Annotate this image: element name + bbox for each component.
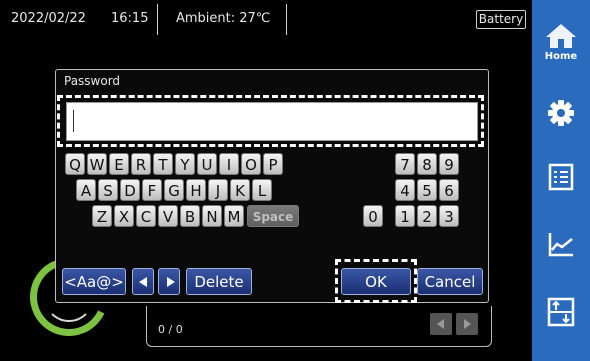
status-bar: 2022/02/22 16:15 Ambient: 27℃ Battery [0,0,532,38]
checklist-icon [548,163,574,191]
left-arrow-icon [437,319,444,329]
date-text: 2022/02/22 [11,11,86,26]
divider [157,4,158,35]
input-mode-button[interactable]: <Aa@> [62,268,126,295]
key-8[interactable]: 8 [417,153,437,175]
key-i[interactable]: I [219,153,239,175]
key-9[interactable]: 9 [439,153,459,175]
ok-button[interactable]: OK [341,268,411,295]
page-prev-button[interactable] [430,313,452,335]
key-e[interactable]: E [109,153,129,175]
transfer-icon [547,297,575,327]
key-t[interactable]: T [153,153,173,175]
screen: 2022/02/22 16:15 Ambient: 27℃ Battery Ho… [0,0,590,361]
key-d[interactable]: D [120,179,140,201]
key-y[interactable]: Y [175,153,195,175]
nav-home-label: Home [544,51,578,62]
key-v[interactable]: V [158,205,178,227]
key-a[interactable]: A [76,179,96,201]
ambient-temperature: Ambient: 27℃ [176,11,271,26]
key-b[interactable]: B [180,205,200,227]
key-o[interactable]: O [241,153,261,175]
key-2[interactable]: 2 [417,205,437,227]
key-5[interactable]: 5 [417,179,437,201]
key-j[interactable]: J [208,179,228,201]
key-n[interactable]: N [202,205,222,227]
nav-settings-button[interactable] [532,98,590,128]
key-w[interactable]: W [87,153,107,175]
key-1[interactable]: 1 [395,205,415,227]
cursor-right-button[interactable] [158,268,180,295]
right-nav: Home [532,0,590,361]
key-x[interactable]: X [114,205,134,227]
page-next-button[interactable] [456,313,478,335]
text-caret [73,110,74,132]
key-f[interactable]: F [142,179,162,201]
key-0[interactable]: 0 [363,205,383,227]
trend-chart-icon [548,233,573,257]
page-counter: 0 / 0 [158,323,183,336]
gear-icon [548,100,574,126]
nav-transfer-button[interactable] [532,297,590,327]
right-arrow-icon [167,277,175,287]
key-z[interactable]: Z [92,205,112,227]
key-m[interactable]: M [224,205,244,227]
key-7[interactable]: 7 [395,153,415,175]
nav-trend-button[interactable] [532,230,590,258]
left-arrow-icon [139,277,147,287]
password-dialog: Password Q W E R T Y U I O P A S D F G H… [55,69,489,303]
dialog-title: Password [64,74,121,88]
delete-button[interactable]: Delete [186,268,252,295]
divider [286,4,287,35]
key-l[interactable]: L [252,179,272,201]
key-c[interactable]: C [136,205,156,227]
key-p[interactable]: P [263,153,283,175]
key-g[interactable]: G [164,179,184,201]
nav-checklist-button[interactable] [532,163,590,191]
cancel-button[interactable]: Cancel [417,268,483,295]
nav-home-button[interactable]: Home [532,22,590,62]
key-u[interactable]: U [197,153,217,175]
key-h[interactable]: H [186,179,206,201]
key-s[interactable]: S [98,179,118,201]
battery-indicator: Battery [476,10,526,29]
space-key[interactable]: Space [247,205,299,227]
right-arrow-icon [464,319,471,329]
home-icon [546,24,576,48]
key-3[interactable]: 3 [439,205,459,227]
key-q[interactable]: Q [65,153,85,175]
key-6[interactable]: 6 [439,179,459,201]
cursor-left-button[interactable] [132,268,154,295]
key-r[interactable]: R [131,153,151,175]
key-k[interactable]: K [230,179,250,201]
key-4[interactable]: 4 [395,179,415,201]
password-input[interactable] [66,102,478,141]
time-text: 16:15 [111,11,149,26]
